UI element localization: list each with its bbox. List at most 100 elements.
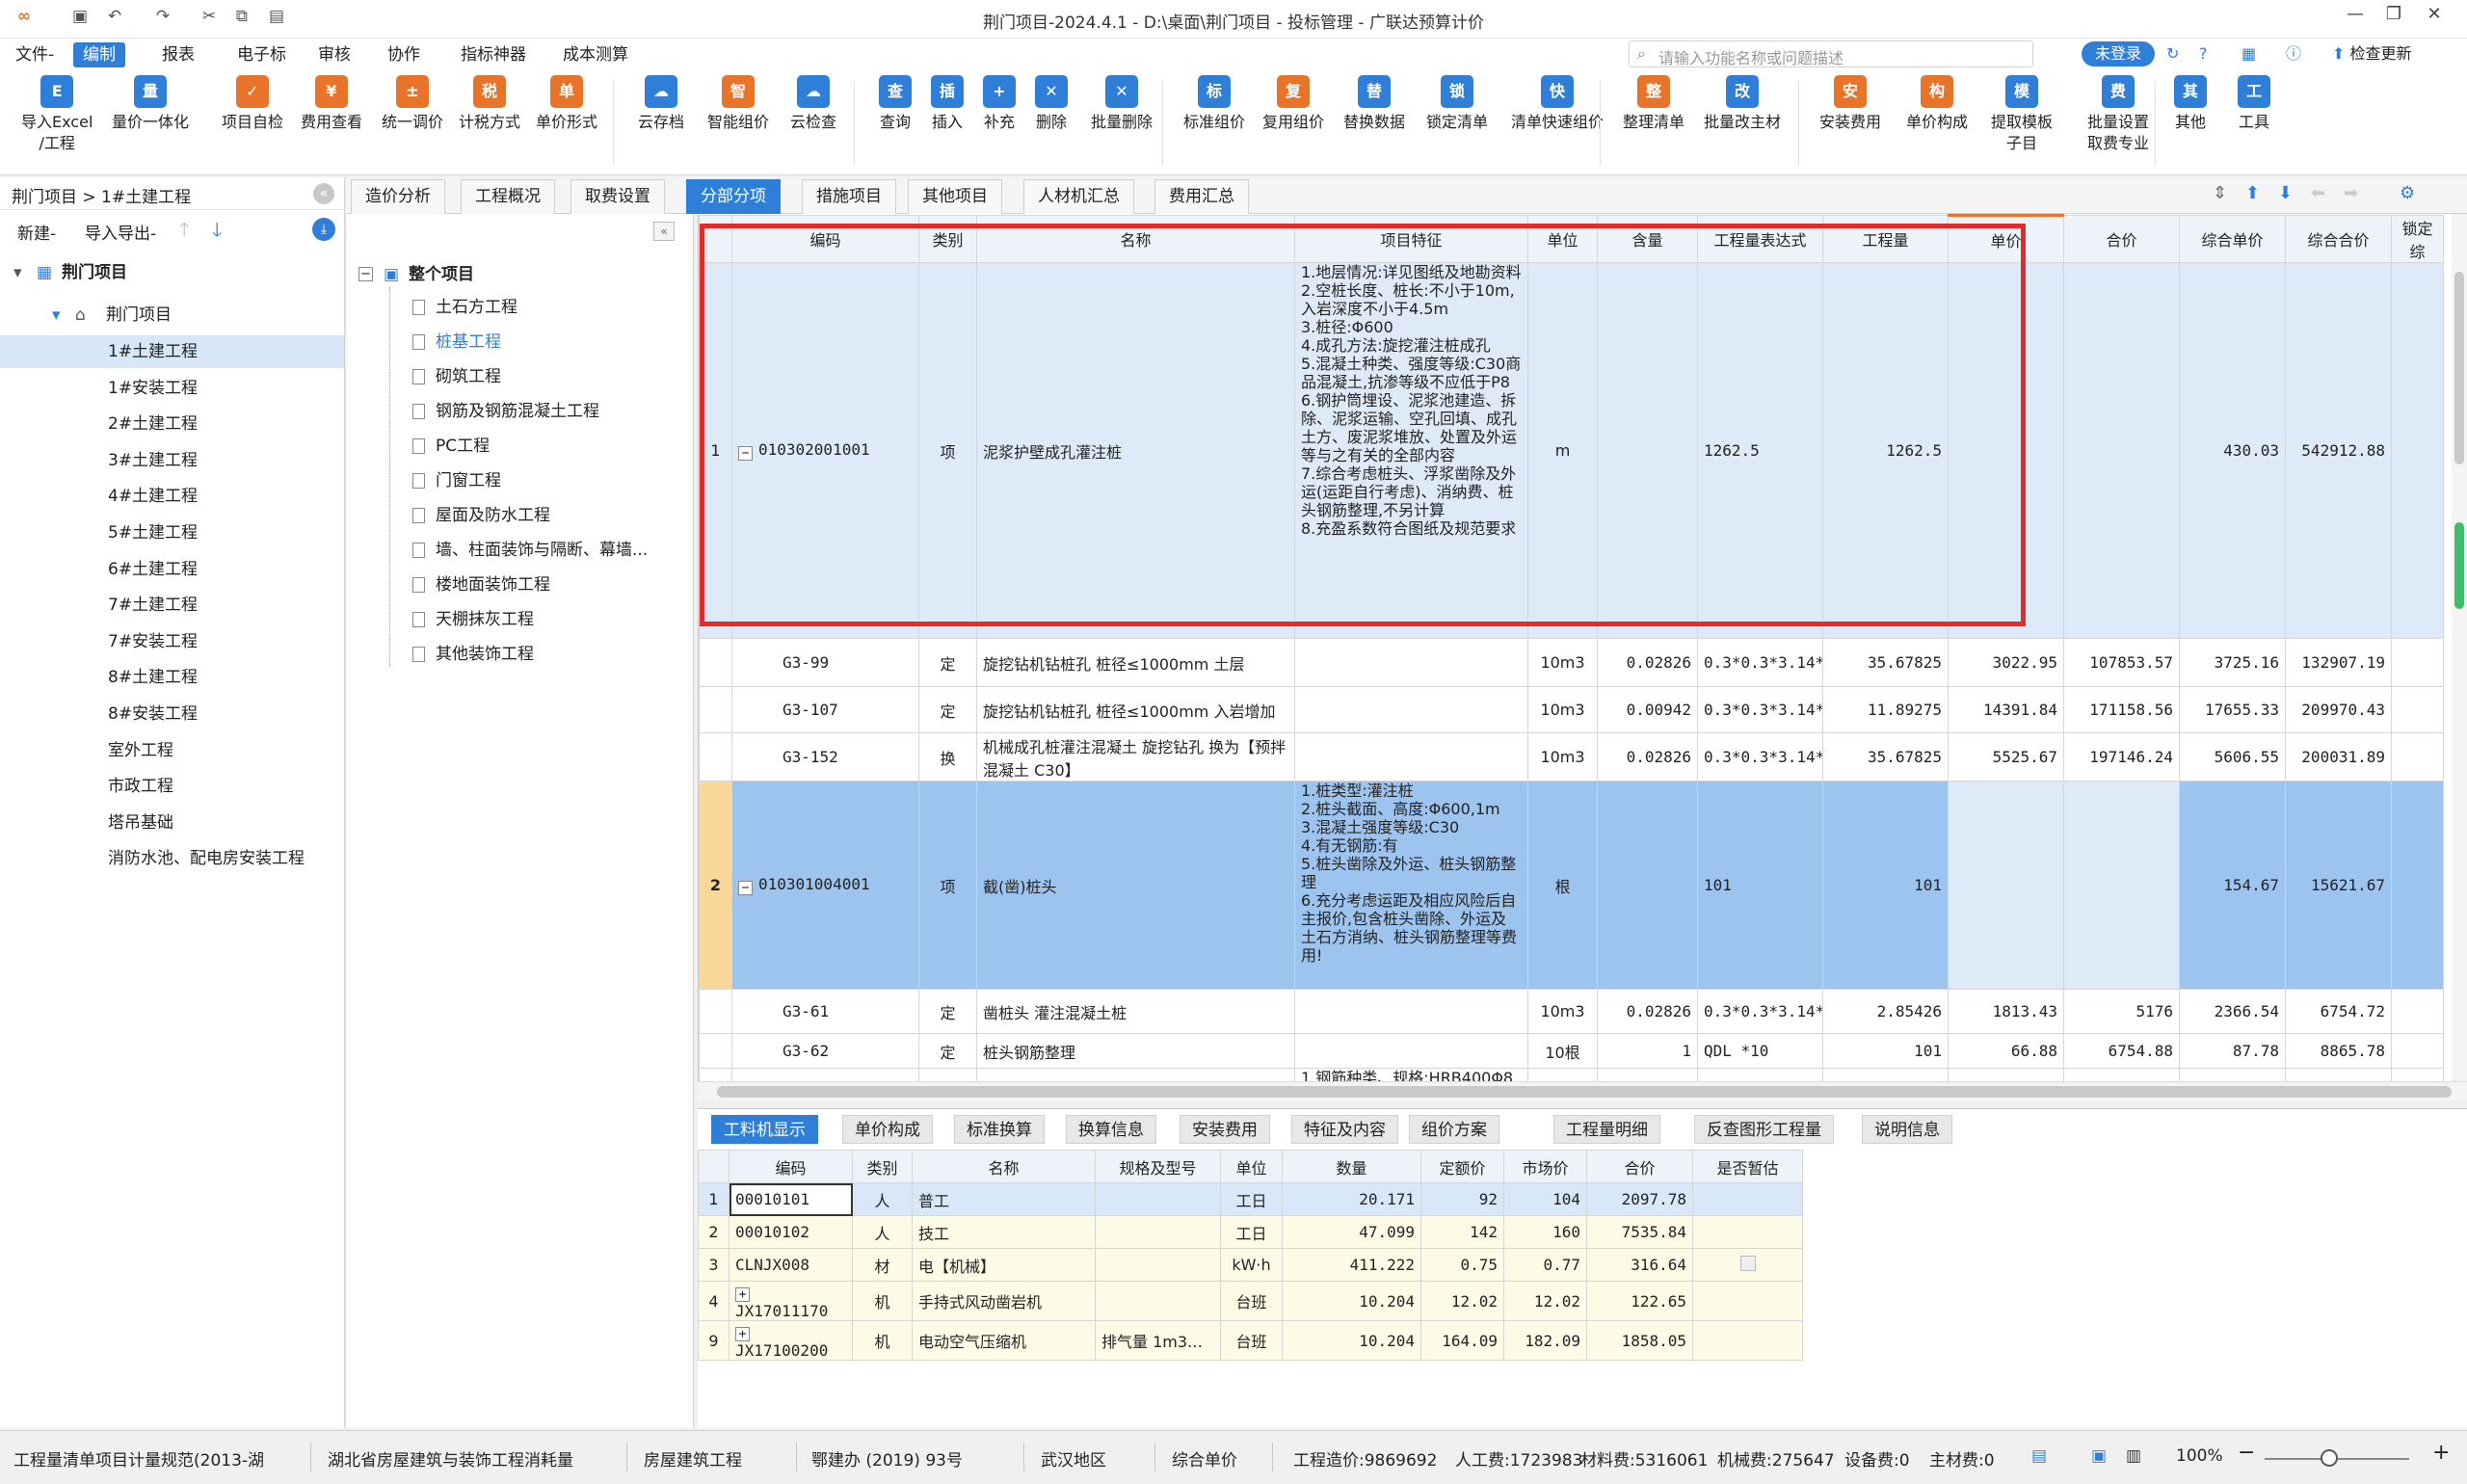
cell-lock[interactable] — [2391, 989, 2444, 1034]
cell-name[interactable]: 电【机械】 — [912, 1248, 1096, 1282]
cell-lock[interactable] — [2391, 781, 2444, 990]
cell-unit[interactable]: 根 — [1527, 781, 1598, 990]
cell-price[interactable]: 1813.43 — [1948, 989, 2064, 1034]
horizontal-scrollbar[interactable] — [698, 1081, 2467, 1100]
function-search-input[interactable]: ⌕ 请输入功能名称或问题描述 — [1629, 40, 2033, 67]
cell-code[interactable]: −010301004001 — [731, 781, 919, 990]
cell-amount[interactable]: 2097.78 — [1586, 1182, 1693, 1216]
cell-feature[interactable]: 1.地层情况:详见图纸及地勘资料 2.空桩长度、桩长:不小于10m,入岩深度不小… — [1294, 262, 1528, 639]
table-row[interactable]: G3-62 定桩头钢筋整理 10根 1 QDL *10 101 66.88 6754.88 87… — [699, 1033, 2444, 1069]
cell-type[interactable]: 机 — [852, 1281, 913, 1321]
cell-spec[interactable] — [1095, 1248, 1221, 1282]
cell-code[interactable]: G3-152 — [731, 732, 919, 782]
cell-price[interactable] — [1948, 262, 2064, 639]
grid-header-cell[interactable]: 单位 — [1527, 215, 1598, 263]
cell-camount[interactable]: 200031.89 — [2285, 732, 2392, 782]
cell-market[interactable]: 160 — [1503, 1215, 1587, 1249]
cell-cprice[interactable]: 5606.55 — [2179, 732, 2286, 782]
cell-amount[interactable]: 122.65 — [1586, 1281, 1693, 1321]
cell-tmp[interactable] — [1692, 1215, 1803, 1249]
grid-header-cell[interactable]: 锁定综 — [2391, 215, 2444, 263]
cell-price[interactable]: 5525.67 — [1948, 732, 2064, 782]
cell-quota[interactable]: 92 — [1420, 1182, 1504, 1216]
tmp-checkbox[interactable] — [1739, 1255, 1756, 1271]
menu-item[interactable]: 报表 — [152, 42, 204, 67]
help-icon[interactable]: ? — [2199, 41, 2208, 66]
cell-name[interactable]: 泥浆护壁成孔灌注桩 — [976, 262, 1295, 639]
tree-item-unit[interactable]: 1#土建工程 — [0, 335, 344, 368]
grid-header-cell[interactable]: 含量 — [1597, 215, 1698, 263]
cell-amount[interactable]: 197146.24 — [2063, 732, 2180, 782]
cell-content[interactable]: 0.02826 — [1597, 989, 1698, 1034]
bottom-tab-6[interactable]: 组价方案 — [1409, 1115, 1499, 1144]
tree-item-unit[interactable]: 消防水池、配电房安装工程 — [0, 842, 344, 875]
expand-row-icon[interactable]: + — [735, 1327, 750, 1341]
cell-amount[interactable]: 6754.88 — [2063, 1033, 2180, 1069]
bottom-header-cell[interactable]: 数量 — [1282, 1150, 1421, 1183]
cell-name[interactable]: 机械成孔桩灌注混凝土 旋挖钻孔 换为【预拌混凝土 C30】 — [976, 732, 1295, 782]
ribbon-button[interactable]: 安安装费用 — [1819, 75, 1881, 133]
cell-qty[interactable]: 101 — [1822, 781, 1949, 990]
tree-item-unit[interactable]: 3#土建工程 — [0, 444, 344, 477]
cell-unit[interactable]: kW·h — [1220, 1248, 1283, 1282]
ribbon-button[interactable]: 替替换数据 — [1343, 75, 1405, 133]
cell-name[interactable]: 截(凿)桩头 — [976, 781, 1295, 990]
right-arrow-icon[interactable]: ➡ — [2344, 183, 2358, 203]
cell-qty[interactable]: 1262.5 — [1822, 262, 1949, 639]
bottom-header-cell[interactable]: 名称 — [912, 1150, 1096, 1183]
table-row[interactable]: 2−010301004001 项截(凿)桩头 1.桩类型:灌注桩 2.桩头截面、高度… — [699, 781, 2444, 990]
zoom-in-icon[interactable]: + — [2432, 1441, 2450, 1465]
table-row[interactable]: G3-61 定凿桩头 灌注混凝土桩 10m3 0.02826 0.3*0.3*3.14*… — [699, 989, 2444, 1034]
cell-unit[interactable]: 台班 — [1220, 1320, 1283, 1361]
cell-content[interactable]: 0.02826 — [1597, 638, 1698, 687]
tree-item-unit[interactable]: 8#土建工程 — [0, 661, 344, 694]
ribbon-button[interactable]: 整整理清单 — [1623, 75, 1684, 133]
info-icon[interactable]: ⓘ — [2286, 41, 2301, 66]
cell-qty[interactable]: 10.204 — [1282, 1320, 1421, 1361]
layout-icon-1[interactable]: ▣ — [2091, 1446, 2107, 1466]
vscroll-thumb[interactable] — [2454, 272, 2464, 464]
cell-expr[interactable]: 1262.5 — [1697, 262, 1823, 639]
cell-cprice[interactable]: 87.78 — [2179, 1033, 2286, 1069]
cell-amount[interactable]: 1858.05 — [1586, 1320, 1693, 1361]
cell-qty[interactable]: 10.204 — [1282, 1281, 1421, 1321]
tab-7[interactable]: 费用汇总 — [1154, 179, 1249, 214]
cell-tmp[interactable] — [1692, 1182, 1803, 1216]
cell-quota[interactable]: 142 — [1420, 1215, 1504, 1249]
cell-lock[interactable] — [2391, 686, 2444, 733]
cell-content[interactable]: 1 — [1597, 1033, 1698, 1069]
ribbon-button[interactable]: 模提取模板 子目 — [1991, 75, 2053, 154]
expand-arrow-icon[interactable]: ▾ — [13, 256, 22, 289]
cell-name[interactable]: 桩头钢筋整理 — [976, 1033, 1295, 1069]
cell-qty[interactable]: 2.85426 — [1822, 989, 1949, 1034]
move-down-icon[interactable]: 🡓 — [212, 216, 222, 249]
ribbon-button[interactable]: 查查询 — [879, 75, 912, 133]
cell-code[interactable]: 00010101 — [729, 1182, 853, 1216]
bottom-tab-5[interactable]: 特征及内容 — [1291, 1115, 1398, 1144]
cell-qty[interactable]: 47.099 — [1282, 1215, 1421, 1249]
cell-spec[interactable]: 排气量 1m3… — [1095, 1320, 1221, 1361]
resource-row[interactable]: 9 +JX17100200 机电动空气压缩机 排气量 1m3… 台班 10.204 164.… — [698, 1320, 1803, 1361]
bottom-header-cell[interactable]: 合价 — [1586, 1150, 1693, 1183]
login-button[interactable]: 未登录 — [2082, 41, 2155, 66]
grid-header-cell[interactable]: 工程量 — [1822, 215, 1949, 263]
cell-type[interactable]: 定 — [918, 686, 977, 733]
cell-code[interactable]: +JX17011170 — [729, 1281, 853, 1321]
cell-cprice[interactable]: 430.03 — [2179, 262, 2286, 639]
ribbon-button[interactable]: 费批量设置 取费专业 — [2087, 75, 2149, 154]
cell-code[interactable]: G3-99 — [731, 638, 919, 687]
status-panel-icon[interactable]: ▤ — [2031, 1446, 2047, 1466]
cell-spec[interactable] — [1095, 1182, 1221, 1216]
ribbon-button[interactable]: 插插入 — [931, 75, 964, 133]
cell-type[interactable]: 定 — [918, 989, 977, 1034]
move-up-icon[interactable]: 🡑 — [179, 216, 189, 249]
cell-expr[interactable]: 0.3*0.3*3.14*1*101 — [1697, 989, 1823, 1034]
cell-lock[interactable] — [2391, 1033, 2444, 1069]
cell-camount[interactable]: 15621.67 — [2285, 781, 2392, 990]
cell-qty[interactable]: 11.89275 — [1822, 686, 1949, 733]
cell-type[interactable]: 换 — [918, 732, 977, 782]
ribbon-button[interactable]: ¥ 费用查看 — [301, 75, 362, 133]
cell-type[interactable]: 机 — [852, 1320, 913, 1361]
cell-quota[interactable]: 164.09 — [1420, 1320, 1504, 1361]
grid-header-cell[interactable]: 综合单价 — [2179, 215, 2286, 263]
